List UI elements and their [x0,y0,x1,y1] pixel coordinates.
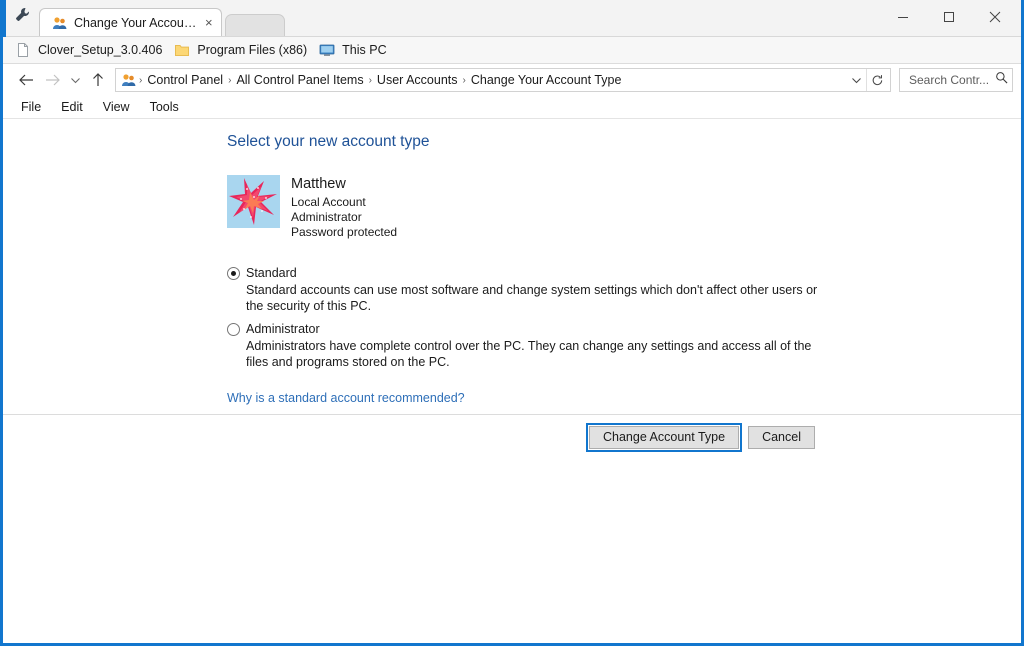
menu-item-view[interactable]: View [93,96,140,118]
option-standard[interactable]: Standard Standard accounts can use most … [227,266,1021,314]
change-account-type-button[interactable]: Change Account Type [585,422,743,452]
shortcut-label: This PC [342,43,387,57]
breadcrumb-item-control-panel[interactable]: Control Panel [142,73,228,87]
radio-standard[interactable] [227,266,240,280]
menu-item-file[interactable]: File [11,96,51,118]
shortcut-program-files[interactable]: Program Files (x86) [171,39,316,62]
search-box[interactable] [899,68,1013,92]
option-administrator-row[interactable]: Administrator [227,322,1021,336]
address-bar: › Control Panel › All Control Panel Item… [3,64,1021,96]
menu-item-edit[interactable]: Edit [51,96,93,118]
chevron-down-icon[interactable] [65,67,85,93]
title-bar: Change Your Account Typ × [3,0,1021,37]
shortcut-label: Clover_Setup_3.0.406 [38,43,163,57]
menu-bar: File Edit View Tools [3,96,1021,119]
minimize-icon[interactable] [880,0,926,33]
menu-item-tools[interactable]: Tools [140,96,189,118]
search-input[interactable] [907,72,995,88]
computer-icon [319,42,335,58]
option-administrator[interactable]: Administrator Administrators have comple… [227,322,1021,370]
help-link-standard-account[interactable]: Why is a standard account recommended? [227,391,465,405]
shortcut-bar: Clover_Setup_3.0.406 Program Files (x86)… [3,37,1021,64]
breadcrumb-item-change-your-account-type[interactable]: Change Your Account Type [466,73,627,87]
shortcut-label: Program Files (x86) [197,43,308,57]
file-icon [15,42,31,58]
close-icon[interactable] [972,0,1018,33]
user-accounts-icon [52,15,68,31]
option-standard-label: Standard [246,266,297,280]
main-content: Select your new account type Matthew Loc… [3,119,1021,414]
option-administrator-label: Administrator [246,322,320,336]
account-password-status: Password protected [291,225,398,239]
account-summary: Matthew Local Account Administrator Pass… [227,175,1021,240]
tab-change-account-type[interactable]: Change Your Account Typ × [39,8,222,36]
breadcrumb-item-user-accounts[interactable]: User Accounts [372,73,463,87]
account-details: Matthew Local Account Administrator Pass… [291,175,397,240]
option-administrator-description: Administrators have complete control ove… [246,339,812,369]
control-panel-window: Change Your Account Typ × C [0,0,1024,646]
breadcrumb[interactable]: › Control Panel › All Control Panel Item… [115,68,891,92]
account-type-local: Local Account [291,195,366,209]
up-arrow-icon[interactable] [85,67,111,93]
shortcut-this-pc[interactable]: This PC [316,39,395,62]
new-tab-button[interactable] [224,14,285,36]
breadcrumb-item-all-control-panel-items[interactable]: All Control Panel Items [231,73,368,87]
radio-administrator[interactable] [227,322,240,336]
account-role: Administrator [291,210,362,224]
page-title: Select your new account type [227,133,430,150]
search-icon[interactable] [995,71,1008,89]
user-accounts-icon [121,72,137,88]
forward-arrow-icon [39,67,65,93]
account-name: Matthew [291,176,346,192]
back-arrow-icon[interactable] [13,67,39,93]
action-bar: Change Account Type Cancel [3,415,1021,459]
option-standard-row[interactable]: Standard [227,266,1021,280]
folder-icon [174,42,190,58]
window-controls [880,0,1018,33]
starfish-avatar [227,175,280,228]
cancel-button[interactable]: Cancel [748,425,815,449]
chevron-down-icon[interactable] [846,76,866,85]
shortcut-clover-setup[interactable]: Clover_Setup_3.0.406 [12,39,171,62]
tab-label: Change Your Account Typ [74,15,200,30]
wrench-icon[interactable] [7,0,37,36]
maximize-icon[interactable] [926,0,972,33]
option-standard-description: Standard accounts can use most software … [246,283,818,313]
window-accent-stripe [3,0,6,37]
close-icon[interactable]: × [205,16,213,29]
refresh-icon[interactable] [866,69,888,91]
